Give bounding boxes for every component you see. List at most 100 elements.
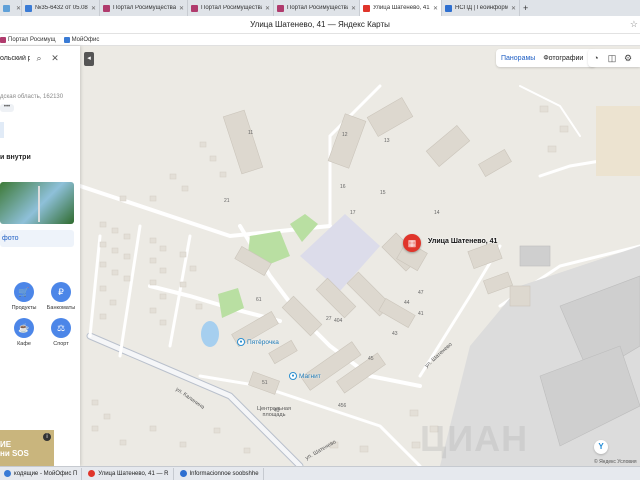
category-label: Кафе (17, 341, 31, 347)
map-canvas[interactable]: ЦИАН 11 12 13 14 15 16 17 21 27 41 43 44… (0, 46, 640, 466)
selected-building-pin[interactable]: ▦ (403, 234, 421, 252)
taskbar-item[interactable]: Улица Шатенево, 41 — R (84, 467, 174, 480)
building-number: 456 (338, 403, 347, 409)
building-number: 41 (418, 311, 424, 317)
category-label: Продукты (11, 305, 37, 311)
coffee-icon: ☕ (14, 318, 34, 338)
building-number: 15 (380, 190, 386, 196)
layer-panoramas[interactable]: Панорамы (501, 55, 535, 62)
os-taskbar: кодящие - МойОфис П Улица Шатенево, 41 — … (0, 466, 640, 480)
category-sport[interactable]: ⚖ Спорт (46, 318, 76, 347)
building-number: 61 (256, 297, 262, 303)
watermark: ЦИАН (420, 418, 529, 459)
bookmark-label: Портал Росимущ (8, 36, 56, 43)
browser-tab[interactable]: Портал Росимущества ✕ (188, 0, 274, 16)
inside-section-title: и внутри (0, 154, 31, 161)
ad-text: ИЕ ни SOS (0, 440, 29, 458)
category-label: Спорт (53, 341, 69, 347)
rosim-icon (0, 36, 6, 43)
building-number: 13 (384, 138, 390, 144)
tab-favicon-icon (3, 4, 10, 12)
building-number: 17 (350, 210, 356, 216)
traffic-icon[interactable]: ◔ (588, 53, 604, 63)
taskbar-label: Informacionnoe soobshhe (189, 470, 259, 477)
layer-photos[interactable]: Фотографии (543, 55, 583, 62)
selected-address-label[interactable]: Улица Шатенево, 41 (428, 238, 497, 245)
tab-favicon-icon (103, 4, 110, 12)
poi-label: Магнит (299, 372, 321, 380)
taskbar-item[interactable]: кодящие - МойОфис П (0, 467, 83, 480)
poi-magnit[interactable]: ● Магнит (289, 372, 321, 380)
building-icon: ▦ (407, 238, 417, 248)
search-input[interactable]: ольский р (0, 55, 30, 62)
taskbar-label: Улица Шатенево, 41 — R (98, 470, 169, 477)
browser-tab[interactable]: Портал Росимущества ✕ (100, 0, 188, 16)
tab-label: Портал Росимущества (113, 5, 176, 11)
browser-tab[interactable]: Улица Шатенево, 41 — ✕ (360, 0, 442, 16)
tab-close-icon[interactable]: ✕ (433, 5, 438, 12)
shop-icon: ● (289, 372, 297, 380)
browser-tab-bar: ✕№35-6432 от 05.08.25✕Портал Росимуществ… (0, 0, 640, 16)
tab-label: Портал Росимущества (201, 5, 262, 11)
taskbar-item[interactable]: Informacionnoe soobshhe (176, 467, 264, 480)
layers-icon[interactable]: ◫ (604, 53, 620, 64)
bookmark-rosim[interactable]: Портал Росимущ (0, 36, 56, 43)
tab-label: №35-6432 от 05.08.25 (35, 5, 88, 11)
taskbar-label: кодящие - МойОфис П (14, 470, 78, 477)
map-graphics (0, 46, 640, 466)
shop-icon: ● (237, 338, 245, 346)
yandex-logo-icon: Y (594, 440, 608, 454)
bookmark-myoffice[interactable]: МойОфис (63, 36, 100, 43)
bookmarks-bar: Портал Росимущ МойОфис (0, 34, 640, 46)
tab-close-icon[interactable]: ✕ (265, 5, 270, 12)
category-cafe[interactable]: ☕ Кафе (9, 318, 39, 347)
bookmark-star-icon[interactable]: ☆ (630, 19, 638, 30)
photo-button[interactable]: фото (0, 230, 74, 247)
poi-label: Пятёрочка (247, 338, 279, 346)
tab-close-icon[interactable]: ✕ (351, 5, 356, 12)
building-number: 43 (392, 331, 398, 337)
tab-close-icon[interactable]: ✕ (179, 5, 184, 12)
tab-favicon-icon (191, 4, 198, 12)
building-number: 44 (404, 300, 410, 306)
action-button-stub[interactable] (0, 122, 4, 138)
place-photo[interactable] (0, 182, 74, 224)
app-icon (4, 470, 11, 477)
ruler-icon[interactable]: ⚙ (620, 53, 636, 64)
new-tab-button[interactable]: + (520, 0, 531, 16)
tab-close-icon[interactable]: ✕ (511, 5, 516, 12)
category-atm[interactable]: ₽ Банкоматы (46, 282, 76, 311)
place-label: Центральная площадь (257, 406, 291, 418)
category-products[interactable]: 🛒 Продукты (9, 282, 39, 311)
ad-banner[interactable]: ИЕ ни SOS i (0, 430, 54, 466)
collapse-panel-button[interactable]: ◂ (84, 52, 94, 66)
map-footer[interactable]: © Яндекс Условия (594, 459, 637, 465)
chevron-left-icon: ◂ (87, 55, 91, 62)
building-number: 404 (334, 318, 343, 324)
search-box[interactable]: ольский р ⌕ ✕ (0, 50, 76, 66)
myoffice-icon (63, 36, 70, 43)
browser-tab[interactable]: Портал Росимущества ✕ (274, 0, 360, 16)
close-icon[interactable]: ✕ (48, 53, 62, 64)
tab-close-icon[interactable]: ✕ (91, 5, 96, 12)
tab-label: Улица Шатенево, 41 — (373, 5, 430, 11)
building-number: 47 (418, 290, 424, 296)
ad-info-icon[interactable]: i (43, 433, 51, 441)
poi-pyaterochka[interactable]: ● Пятёрочка (237, 338, 279, 346)
browser-tab[interactable]: НСПД | Геоинформацион✕ (442, 0, 520, 16)
tab-label: Портал Росимущества (287, 5, 348, 11)
browser-tab[interactable]: №35-6432 от 05.08.25✕ (22, 0, 100, 16)
bookmark-label: МойОфис (71, 36, 100, 43)
browser-tab[interactable]: ✕ (0, 0, 22, 16)
building-number: 21 (224, 198, 230, 204)
ruble-icon: ₽ (51, 282, 71, 302)
category-label: Банкоматы (46, 305, 76, 311)
more-button[interactable]: ••• (0, 104, 14, 112)
tab-close-icon[interactable]: ✕ (16, 5, 21, 12)
building-number: 27 (326, 316, 332, 322)
tab-favicon-icon (363, 4, 370, 12)
building-number: 16 (340, 184, 346, 190)
search-icon[interactable]: ⌕ (32, 53, 46, 64)
browser-title-bar: Улица Шатенево, 41 — Яндекс Карты ☆ (0, 16, 640, 34)
info-panel: ольский р ⌕ ✕ дская область, 162130 ••• … (0, 46, 80, 466)
